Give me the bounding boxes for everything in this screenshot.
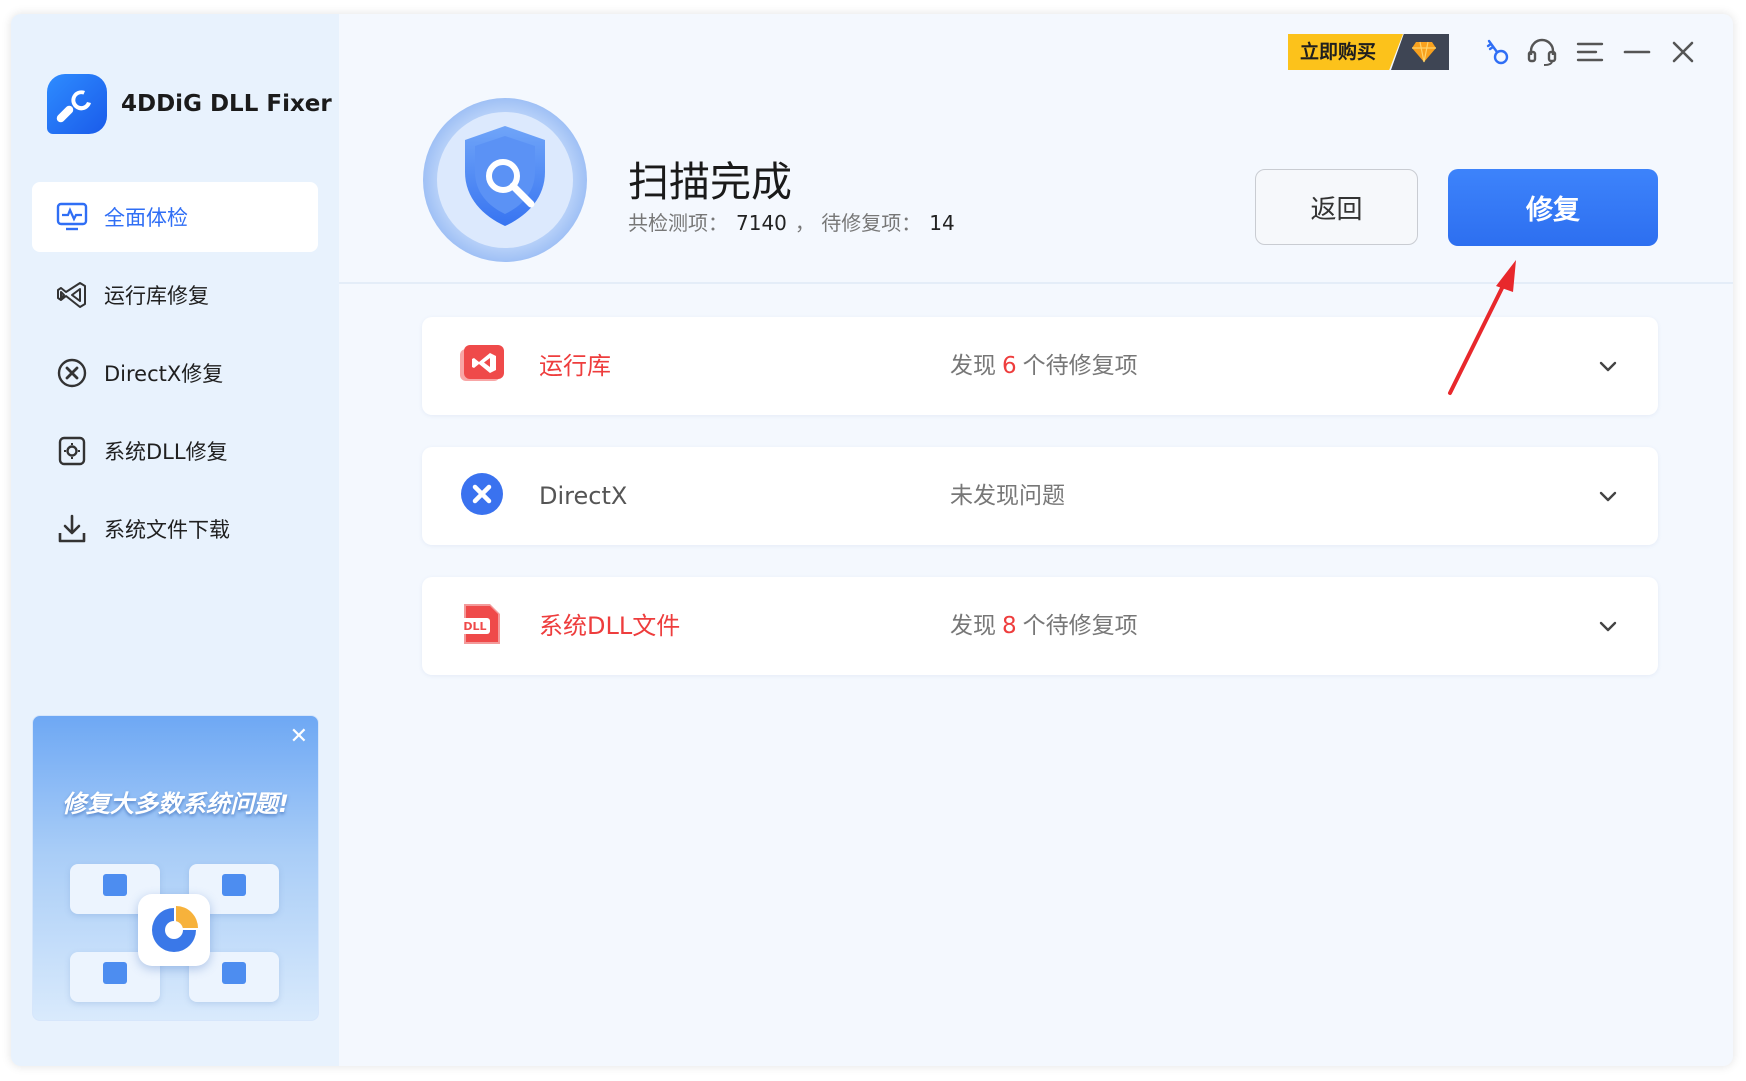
- menu-icon[interactable]: [1574, 36, 1606, 68]
- buy-now-button[interactable]: 立即购买: [1288, 34, 1449, 70]
- runtime-icon: [54, 277, 90, 313]
- scan-stats: 共检测项： 7140 ， 待修复项： 14: [628, 207, 963, 236]
- sidebar-item-runtime-repair[interactable]: 运行库修复: [32, 260, 318, 330]
- issue-count: 8: [1002, 613, 1017, 639]
- sidebar-item-label: 系统文件下载: [104, 518, 230, 542]
- pending-count: 14: [929, 211, 955, 235]
- close-icon[interactable]: [1667, 36, 1699, 68]
- health-monitor-icon: [54, 199, 90, 235]
- headset-icon[interactable]: [1526, 36, 1558, 68]
- app-window: 4DDiG DLL Fixer 全面体检 运行库修复 DirectX修复 系统D: [11, 14, 1733, 1066]
- result-row-runtime[interactable]: 运行库 发现 6 个待修复项: [422, 317, 1658, 415]
- header-divider: [339, 282, 1733, 284]
- promo-banner[interactable]: ✕ 修复大多数系统问题!: [32, 715, 319, 1021]
- pending-label: 待修复项：: [821, 211, 922, 235]
- promo-close-icon[interactable]: ✕: [290, 726, 308, 748]
- chevron-down-icon[interactable]: [1596, 354, 1620, 378]
- pie-chart-icon: [138, 894, 210, 966]
- minimize-icon[interactable]: [1621, 36, 1653, 68]
- directx-blue-icon: [461, 473, 503, 515]
- app-name: 4DDiG DLL Fixer: [121, 91, 332, 117]
- promo-title: 修复大多数系统问题!: [62, 790, 289, 818]
- wrench-logo-icon: [47, 74, 107, 134]
- issue-count: 6: [1002, 353, 1017, 379]
- sidebar-item-system-file-download[interactable]: 系统文件下载: [32, 494, 318, 564]
- fix-button[interactable]: 修复: [1448, 169, 1658, 246]
- diamond-icon: [1412, 41, 1436, 63]
- dll-red-icon: DLL: [460, 604, 500, 644]
- scan-title: 扫描完成: [628, 158, 792, 206]
- result-status: 发现 6 个待修复项: [950, 353, 1138, 379]
- runtime-red-icon: [460, 345, 504, 381]
- scan-shield-icon: [421, 96, 589, 264]
- result-status: 发现 8 个待修复项: [950, 613, 1138, 639]
- sidebar-item-full-check[interactable]: 全面体检: [32, 182, 318, 252]
- checked-count: 7140: [736, 211, 787, 235]
- result-name: 系统DLL文件: [539, 612, 681, 640]
- result-row-system-dll[interactable]: DLL 系统DLL文件 发现 8 个待修复项: [422, 577, 1658, 675]
- result-status: 未发现问题: [950, 483, 1065, 509]
- download-icon: [54, 511, 90, 547]
- directx-icon: [54, 355, 90, 391]
- sidebar: 4DDiG DLL Fixer 全面体检 运行库修复 DirectX修复 系统D: [11, 14, 339, 1066]
- result-name: DirectX: [539, 482, 628, 510]
- back-button[interactable]: 返回: [1255, 169, 1418, 245]
- sidebar-item-label: 全面体检: [104, 206, 188, 230]
- key-icon[interactable]: [1481, 36, 1513, 68]
- chevron-down-icon[interactable]: [1596, 614, 1620, 638]
- chevron-down-icon[interactable]: [1596, 484, 1620, 508]
- sidebar-item-system-dll-repair[interactable]: 系统DLL修复: [32, 416, 318, 486]
- svg-text:DLL: DLL: [463, 620, 486, 633]
- checked-label: 共检测项：: [628, 211, 728, 235]
- sidebar-item-label: 运行库修复: [104, 284, 209, 308]
- system-dll-icon: [54, 433, 90, 469]
- result-row-directx[interactable]: DirectX 未发现问题: [422, 447, 1658, 545]
- sidebar-item-label: 系统DLL修复: [104, 440, 228, 464]
- result-name: 运行库: [539, 352, 611, 380]
- app-logo: 4DDiG DLL Fixer: [47, 74, 332, 134]
- sidebar-item-label: DirectX修复: [104, 362, 224, 386]
- sidebar-item-directx-repair[interactable]: DirectX修复: [32, 338, 318, 408]
- stats-separator: ，: [794, 211, 815, 235]
